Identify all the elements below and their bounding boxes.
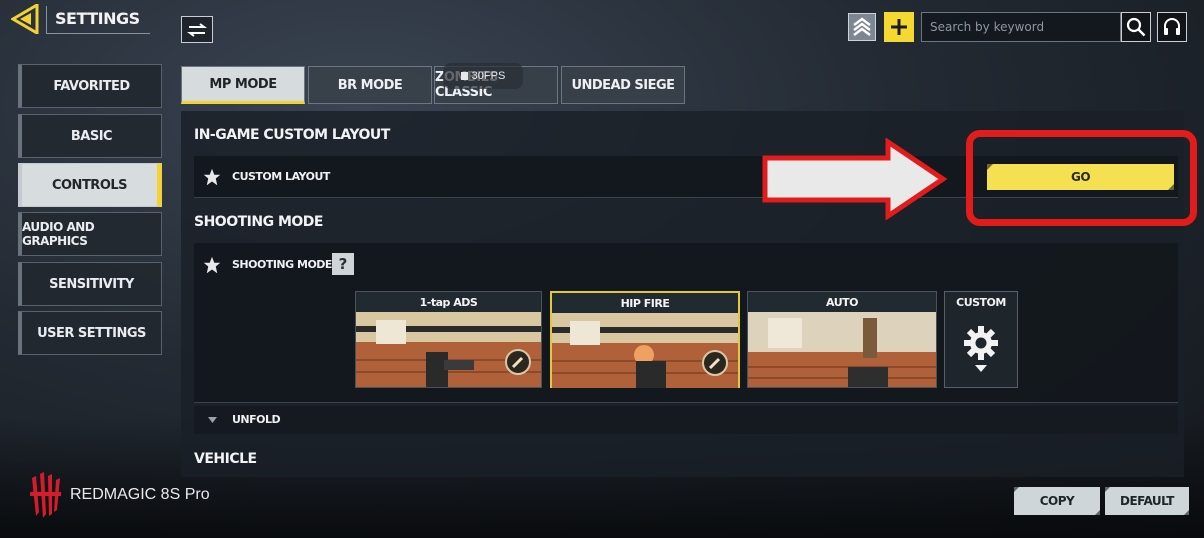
annotation-highlight-box [966, 130, 1197, 226]
caret-down-icon [208, 417, 217, 423]
fps-text: 30FPS [471, 70, 506, 82]
shooting-option-label: AUTO [748, 292, 936, 312]
shooting-option-preview [748, 312, 936, 387]
shooting-option-preview [356, 312, 541, 387]
page-title: SETTINGS [46, 6, 150, 34]
unfold-label: UNFOLD [232, 413, 281, 426]
shooting-option-hip-fire[interactable]: HIP FIRE [550, 291, 740, 388]
default-button-label: DEFAULT [1120, 494, 1175, 508]
gear-icon [945, 325, 1017, 361]
tab-label: UNDEAD SIEGE [571, 77, 675, 93]
sidebar-item-label: SENSITIVITY [49, 276, 134, 292]
copy-button[interactable]: COPY [1014, 487, 1100, 515]
shooting-option-label: CUSTOM [956, 295, 1006, 309]
plus-icon[interactable] [884, 12, 914, 42]
shooting-option-label: HIP FIRE [552, 293, 738, 313]
shooting-option-preview [552, 313, 738, 388]
brand-watermark: REDMAGIC 8S Pro [28, 472, 210, 518]
annotation-arrow-icon [762, 138, 948, 220]
brand-name: REDMAGIC 8S Pro [70, 486, 210, 503]
sidebar-item-label: BASIC [70, 128, 113, 144]
sidebar-item-label: USER SETTINGS [37, 325, 146, 341]
section-heading-shooting-mode: SHOOTING MODE [194, 214, 323, 230]
shooting-option-custom[interactable]: CUSTOM [944, 291, 1018, 388]
tab-br-mode[interactable]: BR MODE [308, 66, 432, 104]
sidebar-item-controls[interactable]: CONTROLS [18, 163, 162, 207]
knife-icon [505, 349, 531, 375]
sidebar-item-audio-and-graphics[interactable]: AUDIO AND GRAPHICS [18, 212, 162, 256]
section-heading-vehicle: VEHICLE [194, 451, 257, 467]
shooting-option-label: 1-tap ADS [356, 292, 541, 312]
shooting-option-1-tap-ads[interactable]: 1-tap ADS [355, 291, 542, 388]
copy-button-label: COPY [1039, 494, 1075, 508]
help-icon[interactable]: ? [332, 253, 354, 275]
headset-icon[interactable] [1157, 12, 1187, 42]
sidebar-item-favorited[interactable]: FAVORITED [18, 64, 162, 108]
sidebar-item-label: FAVORITED [53, 78, 130, 94]
shooting-mode-label: SHOOTING MODE [232, 258, 332, 271]
tab-label: BR MODE [337, 77, 403, 93]
section-heading-custom-layout: IN-GAME CUSTOM LAYOUT [194, 127, 390, 143]
redmagic-logo-icon [30, 472, 61, 518]
fps-badge: 30FPS [443, 63, 523, 89]
tab-undead-siege[interactable]: UNDEAD SIEGE [561, 66, 685, 104]
shooting-option-auto[interactable]: AUTO [747, 291, 937, 388]
sidebar-item-user-settings[interactable]: USER SETTINGS [18, 311, 162, 355]
fps-icon [460, 72, 468, 80]
caret-down-icon [945, 365, 1017, 372]
unfold-row[interactable]: UNFOLD [194, 406, 1178, 434]
rank-icon[interactable] [848, 13, 876, 41]
default-button[interactable]: DEFAULT [1105, 487, 1189, 515]
search-icon[interactable] [1121, 12, 1151, 42]
search-input[interactable]: Search by keyword [921, 12, 1121, 42]
sidebar-item-label: AUDIO AND GRAPHICS [22, 220, 95, 248]
back-icon[interactable] [10, 2, 43, 36]
star-icon[interactable] [203, 256, 221, 274]
tab-label: MP MODE [209, 76, 277, 92]
swap-icon[interactable] [181, 16, 213, 43]
sidebar-item-basic[interactable]: BASIC [18, 114, 162, 158]
sidebar-item-sensitivity[interactable]: SENSITIVITY [18, 262, 162, 306]
tab-mp-mode[interactable]: MP MODE [181, 66, 305, 104]
sidebar-item-label: CONTROLS [51, 177, 128, 193]
knife-icon [702, 350, 728, 376]
custom-layout-label: CUSTOM LAYOUT [232, 170, 330, 183]
star-icon[interactable] [203, 168, 221, 186]
